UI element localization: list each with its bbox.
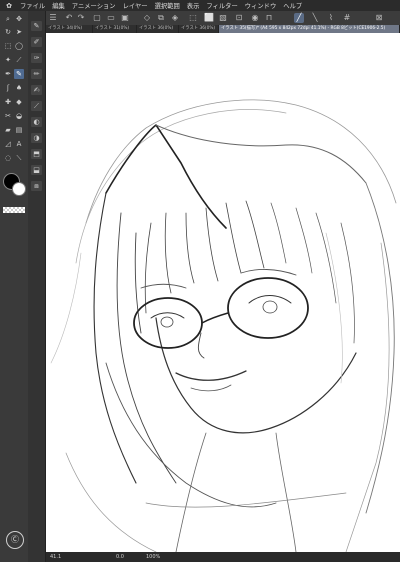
document-tab-bar: イラスト 34(0%) イラスト 31(0%) イラスト 36(0%) イラスト… xyxy=(46,25,400,33)
auto-select-icon[interactable]: ✦ xyxy=(3,55,13,65)
eraser-icon[interactable]: ◆ xyxy=(14,97,24,107)
subtool-hard-pencil-icon[interactable]: ✐ xyxy=(31,37,42,47)
sub-tool-panel: ✎ ✐ ✑ ✏ ✍ ⟋ ◐ ◑ ⬒ ⬓ ⧈ xyxy=(28,11,46,562)
subtool-rough-pencil-icon[interactable]: ✏ xyxy=(31,69,42,79)
menu-file[interactable]: ファイル xyxy=(20,1,45,10)
menu-toggle-icon[interactable]: ☰ xyxy=(48,13,58,23)
subtool-colored-pencil-icon[interactable]: ◐ xyxy=(31,117,42,127)
angle-readout[interactable]: 0.0 xyxy=(116,552,124,562)
subtool-soft-pencil-icon[interactable]: ✑ xyxy=(31,53,42,63)
marquee-icon[interactable]: ⬚ xyxy=(3,41,13,51)
text-icon[interactable]: A xyxy=(14,139,24,149)
transform-icon[interactable]: ⬚ xyxy=(188,13,198,23)
subtool-sketch-icon[interactable]: ⬒ xyxy=(31,149,42,159)
clear-icon[interactable]: ◇ xyxy=(142,13,152,23)
fill-bucket-icon[interactable]: ◒ xyxy=(14,111,24,121)
pencil-icon[interactable]: ✎ xyxy=(14,69,24,79)
menu-selection[interactable]: 選択範囲 xyxy=(155,1,180,10)
menu-bar: ✿ ファイル 編集 アニメーション レイヤー 選択範囲 表示 フィルター ウィン… xyxy=(0,0,400,11)
drawing-canvas[interactable] xyxy=(46,33,400,552)
new-file-icon[interactable]: ▢ xyxy=(92,13,102,23)
transparent-color-swatch[interactable] xyxy=(3,207,25,213)
gradient-icon[interactable]: ▰ xyxy=(3,125,13,135)
undo-icon[interactable]: ↶ xyxy=(64,13,74,23)
save-icon[interactable]: ▣ xyxy=(120,13,130,23)
menu-help[interactable]: ヘルプ xyxy=(283,1,302,10)
brush-icon[interactable]: ʃ xyxy=(3,83,13,93)
menu-filter[interactable]: フィルター xyxy=(206,1,237,10)
ruler-icon[interactable]: ⟍ xyxy=(14,153,24,163)
subtool-real-pencil-icon[interactable]: ✍ xyxy=(31,85,42,95)
decoration-icon[interactable]: ✚ xyxy=(3,97,13,107)
perspective-icon[interactable]: ⊠ xyxy=(374,13,384,23)
airbrush-icon[interactable]: ♠ xyxy=(14,83,24,93)
zoom-readout[interactable]: 41.1 xyxy=(50,552,61,562)
move-icon[interactable]: ✥ xyxy=(14,14,24,24)
color-selector[interactable] xyxy=(3,173,26,197)
deselect-icon[interactable]: ▧ xyxy=(218,13,228,23)
open-folder-icon[interactable]: ▭ xyxy=(106,13,116,23)
eyedropper-icon[interactable]: ⟋ xyxy=(14,55,24,65)
tab-illustration-36a[interactable]: イラスト 36(0%) xyxy=(137,25,179,33)
redo-icon[interactable]: ↷ xyxy=(76,13,86,23)
select-all-icon[interactable]: ⬜ xyxy=(204,13,214,23)
menu-layer[interactable]: レイヤー xyxy=(123,1,148,10)
zoom-icon[interactable]: ⌕ xyxy=(3,14,13,24)
copy-icon[interactable]: ⧉ xyxy=(156,13,166,23)
pen-icon[interactable]: ✒ xyxy=(3,69,13,79)
menu-edit[interactable]: 編集 xyxy=(52,1,65,10)
pen-pressure-icon[interactable]: ╱ xyxy=(294,13,304,23)
blend-icon[interactable]: ✂ xyxy=(3,111,13,121)
subtool-pencil-icon[interactable]: ✎ xyxy=(31,21,42,31)
subtool-crayon-icon[interactable]: ⬓ xyxy=(31,165,42,175)
tab-illustration-31[interactable]: イラスト 31(0%) xyxy=(93,25,137,33)
figure-icon[interactable]: ▤ xyxy=(14,125,24,135)
ruler-snap-icon[interactable]: ╲ xyxy=(310,13,320,23)
special-ruler-icon[interactable]: ⌇ xyxy=(326,13,336,23)
status-extra: 100% xyxy=(146,554,161,560)
app-logo-icon[interactable]: ✿ xyxy=(4,1,14,11)
app-badge-icon[interactable]: Ⓒ xyxy=(6,531,24,549)
tab-illustration-36b[interactable]: イラスト 36(0%) xyxy=(179,25,219,33)
tab-illustration-34[interactable]: イラスト 34(0%) xyxy=(46,25,93,33)
menu-window[interactable]: ウィンドウ xyxy=(245,1,276,10)
subtool-pastel-icon[interactable]: ◑ xyxy=(31,133,42,143)
tab-illustration-35-active[interactable]: イラスト 35(描写)* (A4 595 x 842px 72dpi 41.1%… xyxy=(219,25,400,33)
snap-icon[interactable]: ⊡ xyxy=(234,13,244,23)
grid-snap-icon[interactable]: # xyxy=(342,13,352,23)
sketch-illustration xyxy=(50,99,397,552)
command-bar: ☰ ↶ ↷ ▢ ▭ ▣ ◇ ⧉ ◈ ⬚ ⬜ ▧ ⊡ ◉ ⊓ ╱ ╲ ⌇ # ⊠ xyxy=(28,11,400,26)
balloon-icon[interactable]: ◌ xyxy=(3,153,13,163)
menu-animation[interactable]: アニメーション xyxy=(72,1,116,10)
tool-palette: ⌕ ✥ ↻ ➤ ⬚ ◯ ✦ ⟋ ✒ ✎ ʃ ♠ ✚ ◆ ✂ ◒ ▰ ▤ ◿ A … xyxy=(0,11,29,562)
rotate-icon[interactable]: ↻ xyxy=(3,27,13,37)
eye-icon[interactable]: ◉ xyxy=(250,13,260,23)
background-color-swatch[interactable] xyxy=(12,182,26,196)
fill-icon[interactable]: ◈ xyxy=(170,13,180,23)
frame-icon[interactable]: ◿ xyxy=(3,139,13,149)
object-icon[interactable]: ➤ xyxy=(14,27,24,37)
subtool-layer-icon[interactable]: ⧈ xyxy=(31,181,42,191)
subtool-mechanical-pencil-icon[interactable]: ⟋ xyxy=(31,101,42,111)
menu-view[interactable]: 表示 xyxy=(187,1,200,10)
status-bar: 41.1 0.0 100% xyxy=(46,552,400,562)
lock-icon[interactable]: ⊓ xyxy=(264,13,274,23)
lasso-icon[interactable]: ◯ xyxy=(14,41,24,51)
